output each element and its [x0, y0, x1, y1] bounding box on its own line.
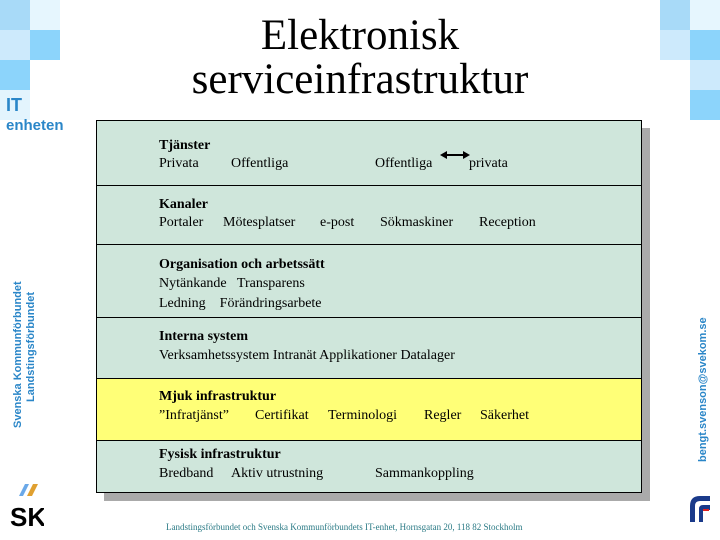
layer-heading: Mjuk infrastruktur	[159, 389, 277, 404]
layer-heading: Tjänster	[159, 138, 211, 153]
layer-interna-system: Interna system Verksamhetssystem Intranä…	[97, 318, 641, 379]
double-arrow-icon	[440, 151, 470, 159]
org-name-landstingsforbundet: Landstingsförbundet	[25, 292, 37, 402]
layer-mjuk-infrastruktur: Mjuk infrastruktur ”Infratjänst” Certifi…	[97, 379, 641, 441]
layer-item: Regler	[424, 408, 462, 423]
square	[660, 0, 690, 30]
layer-heading: Kanaler	[159, 197, 208, 212]
layer-item: Terminologi	[328, 408, 398, 423]
square	[660, 30, 690, 60]
layer-heading: Organisation och arbetssätt	[159, 257, 325, 272]
square	[30, 0, 60, 30]
layer-item: Certifikat	[255, 408, 309, 423]
layer-item: Reception	[479, 215, 536, 230]
layer-item: Aktiv utrustning	[231, 466, 324, 481]
layer-item: Bredband	[159, 466, 214, 481]
square	[690, 30, 720, 60]
slide-title: Elektronisk serviceinfrastruktur	[150, 14, 570, 102]
layer-item: Sökmaskiner	[380, 215, 454, 230]
layer-kanaler: Kanaler Portaler Mötesplatser e-post Sök…	[97, 186, 641, 245]
layer-item: Privata	[159, 156, 199, 171]
title-line-1: Elektronisk	[260, 12, 460, 59]
brand-enheten: enheten	[6, 117, 64, 134]
contact-email: bengt.svenson@svekom.se	[697, 317, 709, 462]
square	[0, 60, 30, 90]
brand-it: IT	[6, 95, 22, 115]
layer-diagram: Tjänster Privata Offentliga Offentliga p…	[96, 120, 642, 493]
layer-item: Offentliga	[375, 156, 433, 171]
layer-heading: Fysisk infrastruktur	[159, 447, 281, 462]
square	[690, 0, 720, 30]
footer-address: Landstingsförbundet och Svenska Kommunfö…	[166, 522, 523, 532]
layer-item: Offentliga	[231, 156, 289, 171]
layer-item: Sammankoppling	[375, 466, 474, 481]
layer-item: Mötesplatser	[223, 215, 296, 230]
layer-tjanster: Tjänster Privata Offentliga Offentliga p…	[97, 121, 641, 186]
layer-item: e-post	[320, 215, 355, 230]
org-name-kommunforbundet: Svenska Kommunförbundet	[12, 281, 24, 428]
layer-line: Nytänkande Transparens	[159, 276, 305, 291]
layer-heading: Interna system	[159, 329, 249, 344]
layer-line: Verksamhetssystem Intranät Applikationer…	[159, 348, 455, 363]
lf-logo-icon	[690, 496, 710, 522]
title-line-2: serviceinfrastruktur	[191, 56, 529, 103]
layer-organisation: Organisation och arbetssätt Nytänkande T…	[97, 245, 641, 318]
layer-item: privata	[469, 156, 508, 171]
layer-item: ”Infratjänst”	[159, 408, 229, 423]
square	[690, 90, 720, 120]
square	[690, 60, 720, 90]
sk-logo-icon: SK	[10, 484, 44, 530]
square	[0, 30, 30, 60]
layer-fysisk-infrastruktur: Fysisk infrastruktur Bredband Aktiv utru…	[97, 441, 641, 492]
layer-item: Säkerhet	[480, 408, 529, 423]
svg-text:SK: SK	[10, 502, 44, 530]
layer-item: Portaler	[159, 215, 204, 230]
square	[0, 0, 30, 30]
layer-line: Ledning Förändringsarbete	[159, 296, 322, 311]
square	[30, 30, 60, 60]
